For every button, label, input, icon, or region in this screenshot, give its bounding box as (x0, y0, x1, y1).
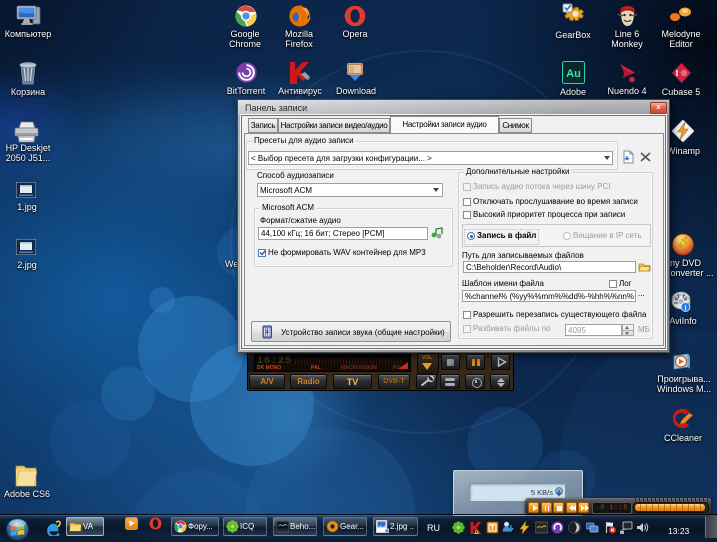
svg-text:Au: Au (566, 68, 581, 80)
svg-text:i: i (685, 304, 687, 312)
